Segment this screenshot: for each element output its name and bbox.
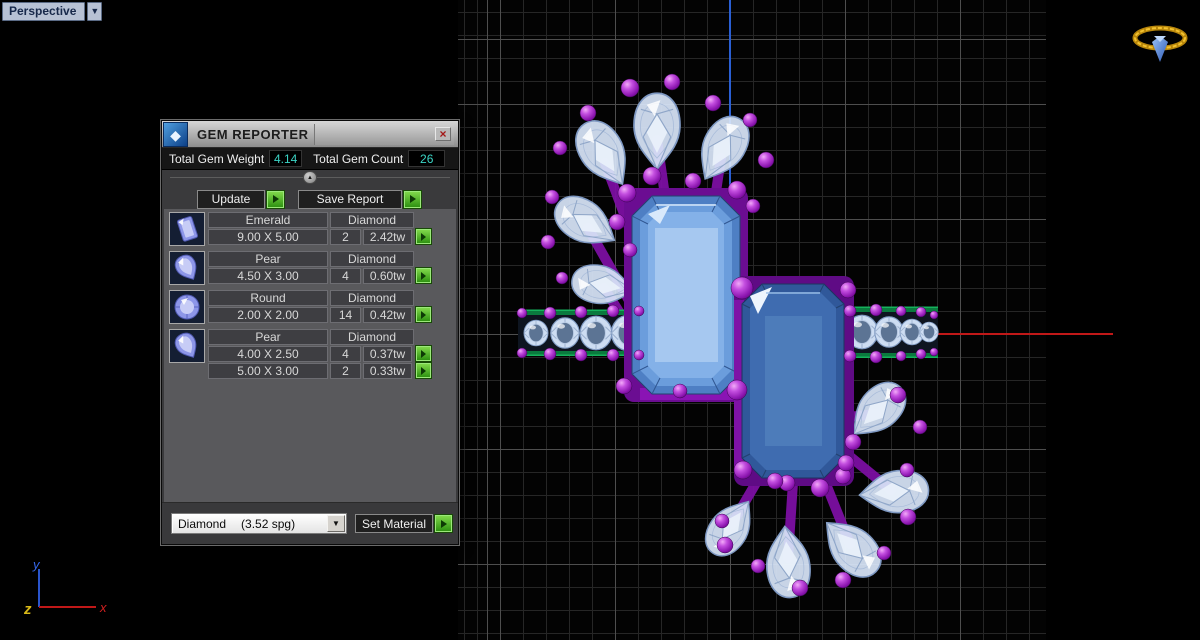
gem-weight-cell: 0.37tw [363,346,412,362]
titlebar-right-section: × [314,123,454,145]
gem-weight-cell: 0.42tw [363,307,412,323]
viewport-dropdown-arrow[interactable]: ▼ [87,2,103,21]
gem-select-run-button[interactable] [415,306,432,323]
gem-select-run-button[interactable] [415,345,432,362]
totals-bar: Total Gem Weight 4.14 Total Gem Count 26 [162,148,458,170]
gem-count-cell: 2 [330,229,361,245]
total-gem-count-label: Total Gem Count [313,151,404,166]
app-logo-icon [1132,24,1188,71]
gem-shape-cell: Emerald [208,212,328,228]
gem-count-cell: 2 [330,363,361,379]
collapse-strip: ▲ [162,170,458,185]
gem-reporter-icon: ◆ [163,121,188,147]
gem-table: Emerald Diamond 9.00 X 5.00 2 2.42tw Pea… [164,209,456,502]
gem-material-cell: Diamond [330,251,414,267]
chevron-down-icon[interactable]: ▼ [327,515,345,532]
gem-select-run-button[interactable] [415,228,432,245]
axis-z-label: z [23,601,32,618]
gem-table-row: Pear Diamond 4.00 X 2.50 4 0.37tw 5.00 X… [169,329,456,379]
gem-weight-cell: 0.60tw [363,268,412,284]
gem-table-row: Pear Diamond 4.50 X 3.00 4 0.60tw [169,251,456,285]
gem-material-cell: Diamond [330,212,414,228]
gem-shape-icon [169,251,205,285]
dialog-titlebar[interactable]: ◆ GEM REPORTER × [162,121,458,148]
gem-shape-cell: Pear [208,329,328,345]
gem-count-cell: 4 [330,346,361,362]
gem-shape-cell: Round [208,290,328,306]
gem-shape-icon [169,290,205,324]
viewport-label[interactable]: Perspective [2,2,86,21]
material-bar: Diamond (3.52 spg) ▼ Set Material [162,502,458,544]
save-report-run-button[interactable] [403,189,422,209]
axis-x-label: x [99,600,107,615]
total-gem-weight-label: Total Gem Weight [169,151,265,166]
gem-size-cell: 9.00 X 5.00 [208,229,328,245]
gem-size-row: 2.00 X 2.00 14 0.42tw [208,306,432,323]
gem-size-cell: 4.00 X 2.50 [208,346,328,362]
material-dropdown[interactable]: Diamond (3.52 spg) ▼ [171,513,347,534]
total-gem-weight-value: 4.14 [269,150,303,167]
gem-material-cell: Diamond [330,329,414,345]
collapse-handle[interactable]: ▲ [303,171,317,184]
gem-reporter-dialog: ◆ GEM REPORTER × Total Gem Weight 4.14 T… [160,119,460,546]
gem-select-run-button[interactable] [415,362,432,379]
gem-weight-cell: 2.42tw [363,229,412,245]
material-dropdown-detail: (3.52 spg) [241,516,296,531]
gem-size-row: 9.00 X 5.00 2 2.42tw [208,228,432,245]
gem-table-row: Emerald Diamond 9.00 X 5.00 2 2.42tw [169,212,456,246]
gem-size-row: 4.00 X 2.50 4 0.37tw [208,345,432,362]
set-material-button[interactable]: Set Material [355,514,433,533]
set-material-run-button[interactable] [434,514,453,533]
gem-size-cell: 4.50 X 3.00 [208,268,328,284]
save-report-button[interactable]: Save Report [298,189,402,209]
gem-material-cell: Diamond [330,290,414,306]
gem-shape-icon [169,329,205,363]
close-icon[interactable]: × [435,127,451,141]
gem-shape-icon [169,212,205,246]
dialog-title: GEM REPORTER [197,126,309,142]
material-dropdown-value: Diamond [178,516,227,531]
update-run-button[interactable] [266,189,285,209]
gem-shape-cell: Pear [208,251,328,267]
gem-size-cell: 5.00 X 3.00 [208,363,328,379]
axis-gizmo: y x z [14,555,124,632]
gem-size-row: 4.50 X 3.00 4 0.60tw [208,267,432,284]
gem-weight-cell: 0.33tw [363,363,412,379]
update-button[interactable]: Update [197,189,265,209]
gem-table-row: Round Diamond 2.00 X 2.00 14 0.42tw [169,290,456,324]
gem-count-cell: 4 [330,268,361,284]
total-gem-count-value: 26 [408,150,446,167]
gem-size-row: 5.00 X 3.00 2 0.33tw [208,362,432,379]
construction-grid [458,0,1046,640]
gem-select-run-button[interactable] [415,267,432,284]
gem-count-cell: 14 [330,307,361,323]
gem-size-cell: 2.00 X 2.00 [208,307,328,323]
